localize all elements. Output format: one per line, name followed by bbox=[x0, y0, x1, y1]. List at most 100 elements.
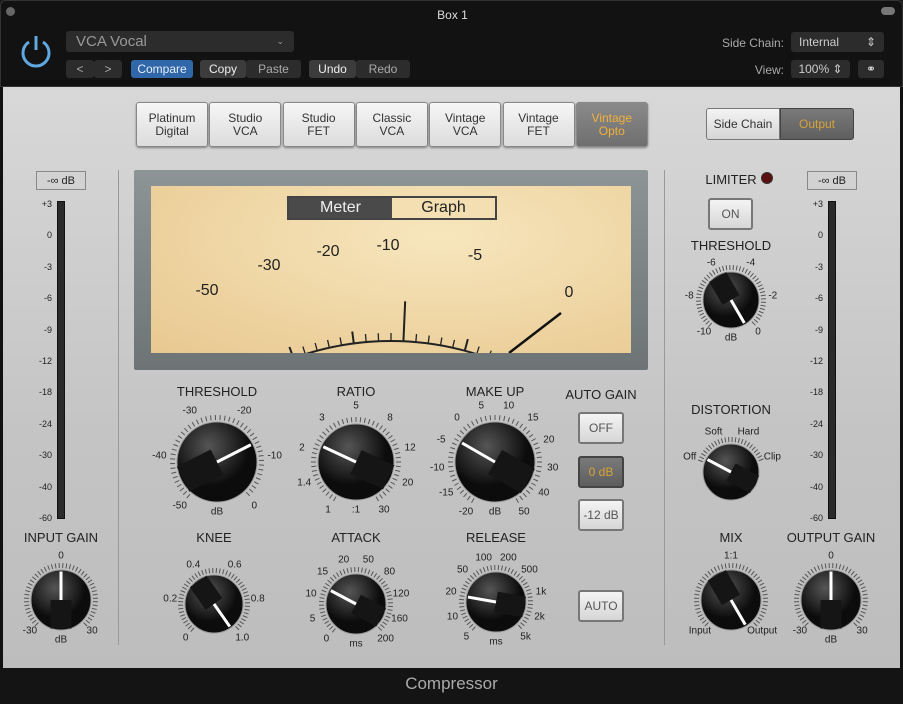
knee-tick-label: 0.2 bbox=[163, 593, 178, 605]
ratio-knob[interactable] bbox=[303, 409, 409, 515]
limiter-threshold-tick-label: -8 bbox=[684, 290, 694, 302]
model-button-platinum-digital[interactable]: Platinum Digital bbox=[136, 102, 208, 147]
side-chain-display-button[interactable]: Side Chain bbox=[706, 108, 780, 140]
copy-button[interactable]: Copy bbox=[200, 60, 246, 78]
model-button-studio-fet[interactable]: Studio FET bbox=[282, 102, 355, 147]
limiter-threshold-tick-label: -6 bbox=[706, 257, 716, 269]
attack-tick-label: 5 bbox=[309, 613, 316, 625]
make-up-tick-label: 15 bbox=[527, 412, 539, 424]
previous-preset-button[interactable]: < bbox=[66, 60, 94, 78]
threshold-tick-label: -10 bbox=[267, 450, 282, 462]
link-icon: ⚭ bbox=[865, 62, 877, 76]
distortion-label: DISTORTION bbox=[691, 402, 771, 417]
output-gain-tick-label: 0 bbox=[828, 550, 834, 562]
model-button-vintage-vca[interactable]: Vintage VCA bbox=[429, 102, 502, 147]
mix-tick-label: Output bbox=[747, 625, 778, 637]
ratio-unit: :1 bbox=[351, 504, 361, 516]
mix-tick-label: Input bbox=[688, 625, 711, 637]
model-button-label: Vintage bbox=[444, 110, 486, 125]
meter-scale-label: +3 bbox=[812, 199, 823, 209]
make-up-tick-label: 0 bbox=[454, 412, 460, 424]
output-gain-label: OUTPUT GAIN bbox=[786, 530, 876, 545]
vu-tick bbox=[463, 338, 469, 351]
model-button-vintage-fet[interactable]: Vintage FET bbox=[502, 102, 575, 147]
side-chain-label: Side Chain: bbox=[721, 36, 784, 50]
model-button-studio-vca[interactable]: Studio VCA bbox=[209, 102, 282, 147]
meter-graph-toggle: Meter Graph bbox=[287, 196, 497, 220]
view-zoom-dropdown[interactable]: 100% ⇕ bbox=[791, 60, 850, 78]
vu-scale-label: 0 bbox=[565, 284, 574, 301]
attack-tick-label: 50 bbox=[362, 554, 374, 566]
view-zoom-value: 100% bbox=[798, 62, 830, 76]
make-up-tick-label: 30 bbox=[547, 462, 559, 473]
meter-scale-label: -40 bbox=[38, 481, 52, 492]
graph-tab[interactable]: Graph bbox=[392, 198, 495, 218]
ratio-tick-label: 5 bbox=[353, 400, 359, 412]
divider bbox=[664, 170, 665, 645]
close-button[interactable] bbox=[6, 7, 15, 16]
next-preset-button[interactable]: > bbox=[94, 60, 122, 78]
distortion-tick-label: Hard bbox=[737, 426, 760, 438]
make-up-tick-label: 40 bbox=[538, 487, 550, 499]
attack-tick-label: 160 bbox=[391, 613, 408, 625]
attack-unit: ms bbox=[349, 638, 363, 650]
vu-needle bbox=[508, 312, 562, 353]
meter-tab[interactable]: Meter bbox=[289, 198, 392, 218]
output-peak-display[interactable]: -∞ dB bbox=[807, 171, 857, 190]
output-display-button[interactable]: Output bbox=[780, 108, 854, 140]
vu-tick bbox=[302, 346, 306, 353]
vu-scale-label: -50 bbox=[195, 282, 218, 299]
threshold-tick-label: 0 bbox=[251, 500, 258, 512]
resize-button[interactable] bbox=[881, 7, 895, 15]
auto-gain-minus12db-button[interactable]: -12 dB bbox=[578, 499, 624, 531]
undo-button[interactable]: Undo bbox=[309, 60, 356, 78]
vu-scale-label: -30 bbox=[257, 257, 280, 274]
chevron-down-icon: ⌄ bbox=[276, 36, 284, 46]
limiter-on-button[interactable]: ON bbox=[708, 198, 753, 230]
limiter-threshold-tick-label: -10 bbox=[696, 326, 712, 338]
distortion-tick-label: Off bbox=[683, 451, 697, 463]
meter-scale-label: -30 bbox=[809, 450, 823, 461]
link-button[interactable]: ⚭ bbox=[858, 60, 884, 78]
vu-tick bbox=[402, 301, 407, 342]
limiter-threshold-tick-label: -2 bbox=[768, 290, 778, 302]
compare-button[interactable]: Compare bbox=[131, 60, 193, 78]
model-button-label: VCA bbox=[379, 123, 405, 138]
model-button-label: Vintage bbox=[591, 110, 633, 125]
threshold-unit: dB bbox=[210, 506, 224, 518]
limiter-threshold-tick-label: 0 bbox=[755, 326, 761, 338]
preset-dropdown[interactable]: VCA Vocal ⌄ bbox=[66, 31, 294, 52]
window-title: Box 1 bbox=[437, 8, 468, 22]
meter-scale-label: -18 bbox=[38, 387, 52, 398]
model-button-classic-vca[interactable]: Classic VCA bbox=[355, 102, 428, 147]
input-gain-tick-label: 0 bbox=[58, 550, 64, 562]
power-icon[interactable] bbox=[19, 33, 53, 69]
make-up-tick-label: -20 bbox=[458, 506, 474, 518]
model-button-vintage-opto[interactable]: Vintage Opto bbox=[575, 102, 648, 147]
input-peak-display[interactable]: -∞ dB bbox=[36, 171, 86, 190]
input-gain-tick-label: 30 bbox=[86, 625, 98, 637]
side-chain-dropdown[interactable]: Internal ⇕ bbox=[791, 32, 884, 52]
vu-tick bbox=[314, 342, 318, 351]
meter-scale-label: -40 bbox=[809, 481, 823, 492]
limiter-label: LIMITER bbox=[705, 172, 757, 187]
threshold-tick-label: -30 bbox=[182, 405, 197, 417]
auto-release-button[interactable]: AUTO bbox=[578, 590, 624, 622]
paste-button[interactable]: Paste bbox=[246, 60, 301, 78]
ratio-tick-label: 1 bbox=[325, 504, 331, 516]
threshold-tick-label: -40 bbox=[152, 450, 167, 462]
input-gain-label: INPUT GAIN bbox=[23, 530, 99, 545]
input-level-meter bbox=[57, 201, 65, 519]
vu-tick bbox=[288, 346, 293, 353]
model-button-label: FET bbox=[307, 123, 330, 138]
auto-gain-off-button[interactable]: OFF bbox=[578, 412, 624, 444]
distortion-knob[interactable] bbox=[688, 429, 774, 515]
redo-button[interactable]: Redo bbox=[356, 60, 410, 78]
auto-gain-0db-button[interactable]: 0 dB bbox=[578, 456, 624, 488]
ratio-tick-label: 3 bbox=[319, 412, 325, 424]
make-up-unit: dB bbox=[488, 506, 502, 518]
make-up-tick-label: 5 bbox=[478, 400, 485, 412]
threshold-label: THRESHOLD bbox=[176, 384, 258, 399]
meter-scale-label: -12 bbox=[38, 356, 52, 366]
meter-scale-label: -24 bbox=[809, 418, 823, 429]
